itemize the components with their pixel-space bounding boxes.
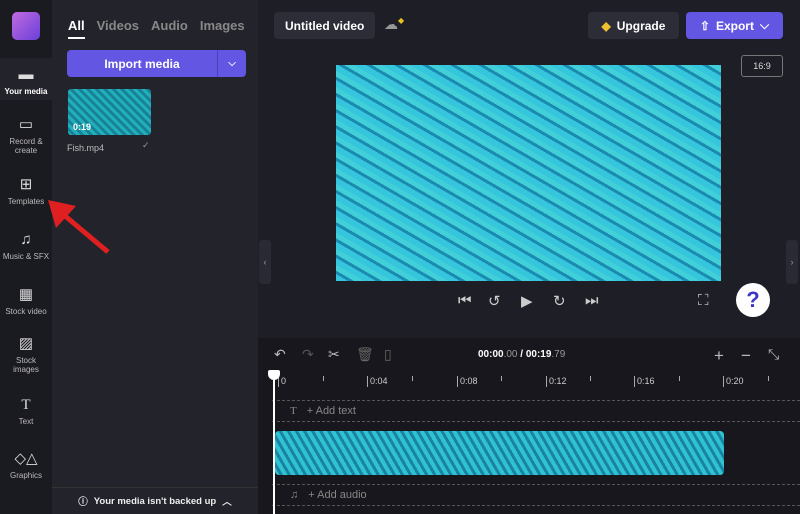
- text-icon: T: [21, 397, 31, 413]
- help-button[interactable]: ?: [736, 283, 770, 317]
- time-readout: 00:00.00 / 00:19.79: [478, 349, 566, 360]
- rail-stock-video[interactable]: ▦ Stock video: [0, 286, 52, 316]
- zoom-out-icon[interactable]: −: [741, 346, 751, 366]
- delete-icon[interactable]: 🗑: [356, 346, 374, 363]
- media-filename: Fish.mp4: [67, 143, 105, 153]
- backup-notice[interactable]: ⓘ Your media isn't backed up ︿: [52, 487, 258, 514]
- media-tabs: All Videos Audio Images: [68, 18, 257, 39]
- export-button[interactable]: ⇧ Export ⌵: [686, 12, 783, 39]
- scissors-icon[interactable]: ✂: [328, 346, 340, 363]
- ruler-tick: 0:16: [634, 376, 655, 387]
- forward-5-icon[interactable]: ↻: [553, 292, 566, 310]
- undo-icon[interactable]: ↶: [274, 346, 286, 363]
- ruler-tick: 0:08: [457, 376, 478, 387]
- rail-stock-images[interactable]: ▨ Stock images: [0, 335, 52, 374]
- ruler-tick: 0: [278, 376, 286, 387]
- upload-icon: ⇧: [699, 18, 710, 33]
- templates-icon: ⊞: [19, 176, 33, 193]
- rail-record-create[interactable]: ▭ Record & create: [0, 116, 52, 155]
- cloud-off-icon[interactable]: ☁◆: [384, 16, 404, 33]
- rewind-5-icon[interactable]: ↺: [488, 292, 501, 310]
- chevron-down-icon: ⌵: [759, 18, 770, 32]
- audio-track[interactable]: ♫ + Add audio: [272, 484, 800, 506]
- ruler-tick: 0:20: [723, 376, 744, 387]
- text-icon: T: [290, 405, 297, 417]
- app-logo: [12, 12, 40, 40]
- upgrade-button[interactable]: ◆ Upgrade: [588, 12, 679, 39]
- redo-icon[interactable]: ↷: [302, 346, 314, 363]
- playhead[interactable]: [273, 372, 275, 514]
- chevron-up-icon: ︿: [222, 497, 232, 508]
- video-preview: [336, 65, 721, 281]
- image-icon: ▨: [18, 335, 34, 352]
- rail-graphics[interactable]: ◇△ Graphics: [0, 450, 52, 480]
- timeline: ↶ ↷ ✂ 🗑 ▯ 00:00.00 / 00:19.79 + − ⤡ 0 0:…: [258, 338, 800, 514]
- tab-videos[interactable]: Videos: [97, 18, 139, 33]
- video-clip[interactable]: [275, 431, 724, 475]
- info-icon: ⓘ: [78, 497, 88, 508]
- folder-icon: ▬: [18, 66, 34, 83]
- rail-your-media[interactable]: ▬ Your media: [0, 58, 52, 100]
- check-icon: ✓: [142, 140, 150, 150]
- film-icon: ▦: [18, 286, 34, 303]
- collapse-right-handle[interactable]: ›: [786, 240, 798, 284]
- zoom-in-icon[interactable]: +: [714, 346, 724, 366]
- music-icon: ♫: [290, 489, 299, 501]
- duration-label: 0:19: [73, 122, 92, 132]
- ruler-tick: 0:12: [546, 376, 567, 387]
- tab-images[interactable]: Images: [200, 18, 245, 33]
- tab-audio[interactable]: Audio: [151, 18, 188, 33]
- text-track[interactable]: T + Add text: [272, 400, 800, 422]
- media-thumbnail[interactable]: 0:19: [68, 89, 151, 135]
- chevron-down-icon[interactable]: ⌵: [218, 50, 246, 77]
- top-bar: Untitled video ☁◆ ◆ Upgrade ⇧ Export ⌵: [258, 0, 800, 50]
- fullscreen-icon[interactable]: ⛶: [698, 292, 709, 309]
- collapse-left-handle[interactable]: ‹: [259, 240, 271, 284]
- rail-text[interactable]: T Text: [0, 396, 52, 426]
- skip-back-icon[interactable]: ⏮: [458, 292, 472, 309]
- diamond-icon: ◆: [601, 18, 611, 33]
- add-clip-icon[interactable]: ▯: [384, 346, 392, 363]
- camera-icon: ▭: [18, 116, 34, 133]
- annotation-arrow: [48, 200, 110, 254]
- fit-icon[interactable]: ⤡: [768, 346, 779, 363]
- skip-forward-icon[interactable]: ⏭: [585, 292, 599, 309]
- aspect-ratio-button[interactable]: 16:9: [741, 55, 783, 77]
- play-icon[interactable]: ▶: [521, 292, 533, 310]
- import-media-button[interactable]: Import media ⌵: [67, 50, 246, 77]
- tab-all[interactable]: All: [68, 18, 85, 39]
- project-title[interactable]: Untitled video: [274, 12, 376, 39]
- ruler-tick: 0:04: [367, 376, 388, 387]
- shapes-icon: ◇△: [14, 450, 38, 467]
